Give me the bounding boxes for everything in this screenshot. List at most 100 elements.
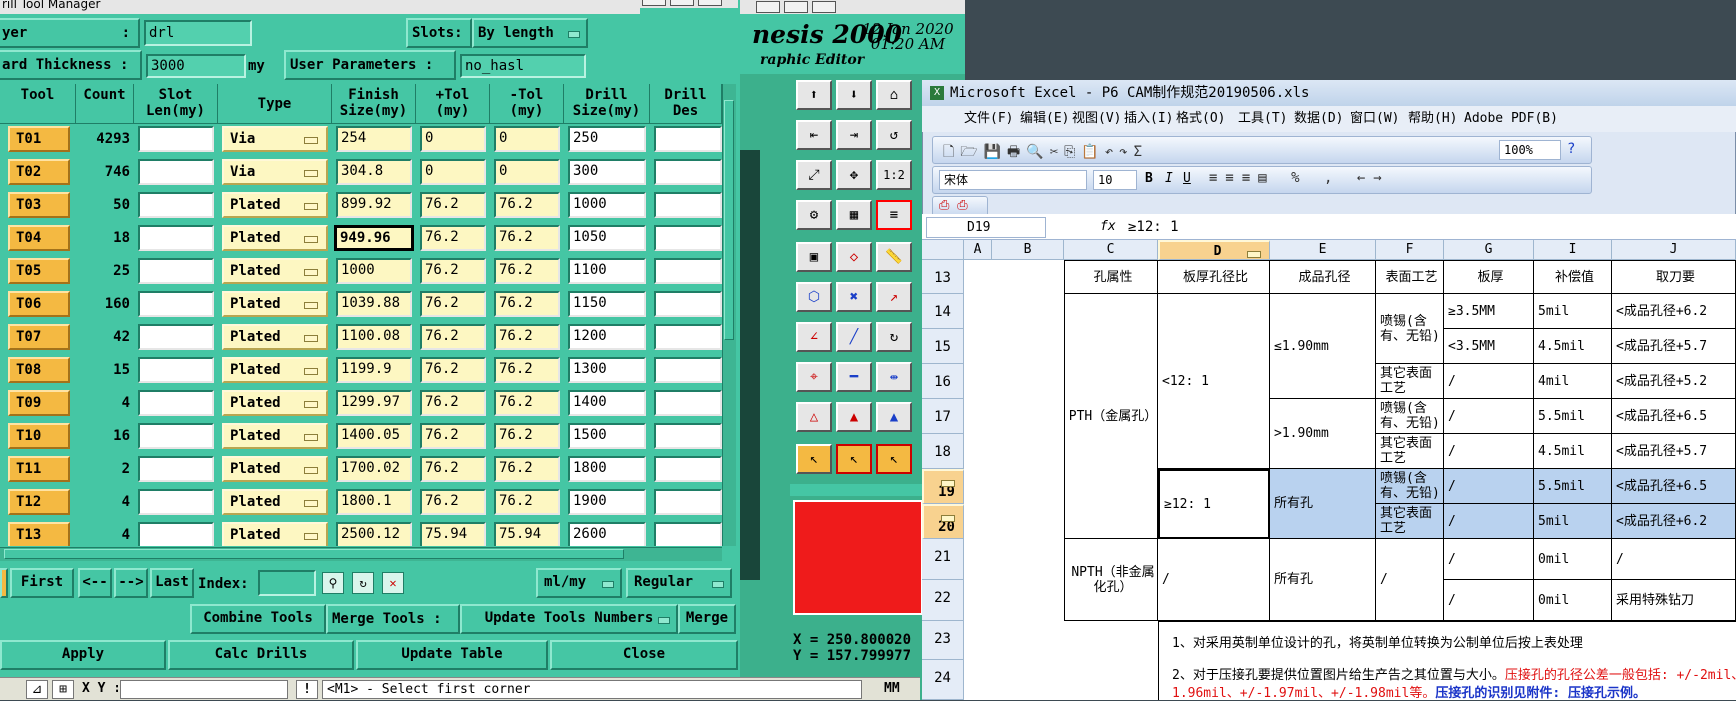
cell-g19[interactable]: / (1444, 469, 1534, 504)
move-right-tool-icon[interactable]: ⇥ (836, 120, 872, 150)
type-select[interactable]: Plated (222, 324, 328, 350)
minus-tol-input[interactable]: 76.2 (494, 258, 560, 284)
rotate-tool-icon[interactable]: ↺ (876, 120, 912, 150)
finish-size-input[interactable]: 1400.05 (336, 423, 412, 449)
cell-c-pth[interactable]: PTH（金属孔） (1064, 294, 1158, 539)
ruler-tool-icon[interactable]: 📏 (876, 242, 912, 272)
tool-cell[interactable]: T06 (8, 291, 70, 317)
drill-size-input[interactable]: 2600 (568, 522, 646, 546)
type-select[interactable]: Plated (222, 192, 328, 218)
plus-tol-input[interactable]: 76.2 (420, 423, 486, 449)
drill-des-input[interactable] (654, 390, 722, 416)
drill-des-input[interactable] (654, 489, 722, 515)
finish-size-input[interactable]: 1039.88 (336, 291, 412, 317)
row-header-18[interactable]: 18 (922, 434, 964, 469)
drill-size-input[interactable]: 1500 (568, 423, 646, 449)
slot-len-input[interactable] (138, 192, 214, 218)
cell-j13[interactable]: 取刀要 (1612, 260, 1736, 294)
drill-size-input[interactable]: 1800 (568, 456, 646, 482)
cell-g14[interactable]: ≥3.5MM (1444, 294, 1534, 329)
row-header-17[interactable]: 17 (922, 399, 964, 434)
cell-e-gt190[interactable]: >1.90mm (1270, 399, 1376, 469)
zoom-select[interactable]: 100% (1499, 140, 1561, 160)
font-size-select[interactable]: 10 (1093, 170, 1137, 190)
standard-toolbar-icons[interactable]: 🗋🗁💾🖶🔍✂⎘📋↶↷Σ (943, 141, 1148, 165)
eraser-tool-icon[interactable]: ◇ (836, 242, 872, 272)
drill-size-input[interactable]: 1150 (568, 291, 646, 317)
tool-cell[interactable]: T04 (8, 225, 70, 251)
drill-size-input[interactable]: 1000 (568, 192, 646, 218)
drill-size-input[interactable]: 1400 (568, 390, 646, 416)
maximize-button[interactable] (670, 0, 694, 6)
cell-i18[interactable]: 4.5mil (1534, 434, 1612, 469)
triangle-b-tool-icon[interactable]: ▲ (876, 402, 912, 432)
help-icon[interactable]: ? (1567, 141, 1575, 157)
plus-tol-input[interactable]: 75.94 (420, 522, 486, 546)
tool-cell[interactable]: T11 (8, 456, 70, 482)
type-select[interactable]: Via (222, 159, 328, 185)
font-select[interactable]: 宋体 (939, 170, 1087, 190)
minimize-button[interactable] (642, 0, 666, 6)
plus-tol-input[interactable]: 76.2 (420, 192, 486, 218)
plus-tol-input[interactable]: 0 (420, 159, 486, 185)
minus-tol-input[interactable]: 76.2 (494, 291, 560, 317)
cell-f16[interactable]: 其它表面工艺 (1376, 364, 1444, 399)
cell-c13[interactable]: 孔属性 (1064, 260, 1158, 294)
row-header-19[interactable]: 19 (922, 469, 964, 504)
tool-cell[interactable]: T05 (8, 258, 70, 284)
cell-f13[interactable]: 表面工艺 (1376, 260, 1444, 294)
search-icon[interactable]: ⚲ (322, 572, 344, 594)
minus-tol-input[interactable]: 0 (494, 159, 560, 185)
frame-tool-icon[interactable]: ▣ (796, 242, 832, 272)
drill-size-input[interactable]: 1200 (568, 324, 646, 350)
home-tool-icon[interactable]: ⌂ (876, 80, 912, 110)
plus-tol-input[interactable]: 76.2 (420, 489, 486, 515)
pick-point-tool-icon[interactable]: ↗ (876, 282, 912, 312)
formula-input[interactable]: ≥12: 1 (1128, 217, 1179, 237)
plus-tol-input[interactable]: 76.2 (420, 357, 486, 383)
slot-len-input[interactable] (138, 489, 214, 515)
minus-tol-input[interactable]: 76.2 (494, 423, 560, 449)
col-header-d[interactable]: D (1158, 240, 1270, 260)
minus-tol-input[interactable]: 76.2 (494, 357, 560, 383)
cell-i22[interactable]: 0mil (1534, 580, 1612, 621)
minus-tol-input[interactable]: 76.2 (494, 390, 560, 416)
triangle-a-tool-icon[interactable]: ▲ (836, 402, 872, 432)
finish-size-input[interactable]: 1000 (336, 258, 412, 284)
row-header-14[interactable]: 14 (922, 294, 964, 329)
cell-g22[interactable]: / (1444, 580, 1534, 621)
drill-des-input[interactable] (654, 456, 722, 482)
vertical-scroll-thumb[interactable] (724, 100, 734, 340)
cell-f14[interactable]: 喷锡(含有、无铅) (1376, 294, 1444, 364)
type-select[interactable]: Plated (222, 291, 328, 317)
slot-len-input[interactable] (138, 324, 214, 350)
slot-len-input[interactable] (138, 126, 214, 152)
col-header-g[interactable]: G (1444, 240, 1534, 260)
user-params-field[interactable]: no_hasl (460, 54, 586, 78)
nodes-tool-icon[interactable]: ⬡ (796, 282, 832, 312)
cell-g21[interactable]: / (1444, 539, 1534, 580)
pointer-box-tool-icon[interactable]: ↖ (876, 444, 912, 474)
cell-d21[interactable]: / (1158, 539, 1270, 621)
type-select[interactable]: Plated (222, 456, 328, 482)
tool-cell[interactable]: T07 (8, 324, 70, 350)
zoom-fit-tool-icon[interactable]: ⤢ (796, 160, 832, 190)
menu-data[interactable]: 数据(D) (1294, 106, 1343, 132)
row-header-13[interactable]: 13 (922, 260, 964, 294)
cell-j14[interactable]: <成品孔径+6.2 (1612, 294, 1736, 329)
drill-size-input[interactable]: 1300 (568, 357, 646, 383)
plus-tol-input[interactable]: 76.2 (420, 390, 486, 416)
cell-j19[interactable]: <成品孔径+6.5 (1612, 469, 1736, 504)
cell-j17[interactable]: <成品孔径+6.5 (1612, 399, 1736, 434)
last-button[interactable]: Last (150, 568, 194, 598)
cross-tool-icon[interactable]: ✖ (836, 282, 872, 312)
finish-size-input[interactable]: 899.92 (336, 192, 412, 218)
slot-len-input[interactable] (138, 423, 214, 449)
drill-des-input[interactable] (654, 258, 722, 284)
cell-g15[interactable]: <3.5MM (1444, 329, 1534, 364)
slot-len-input[interactable] (138, 159, 214, 185)
plus-tol-input[interactable]: 76.2 (420, 456, 486, 482)
layer-field[interactable]: drl (144, 20, 252, 46)
genesis-minimize-button[interactable] (756, 1, 780, 13)
drill-des-input[interactable] (654, 423, 722, 449)
